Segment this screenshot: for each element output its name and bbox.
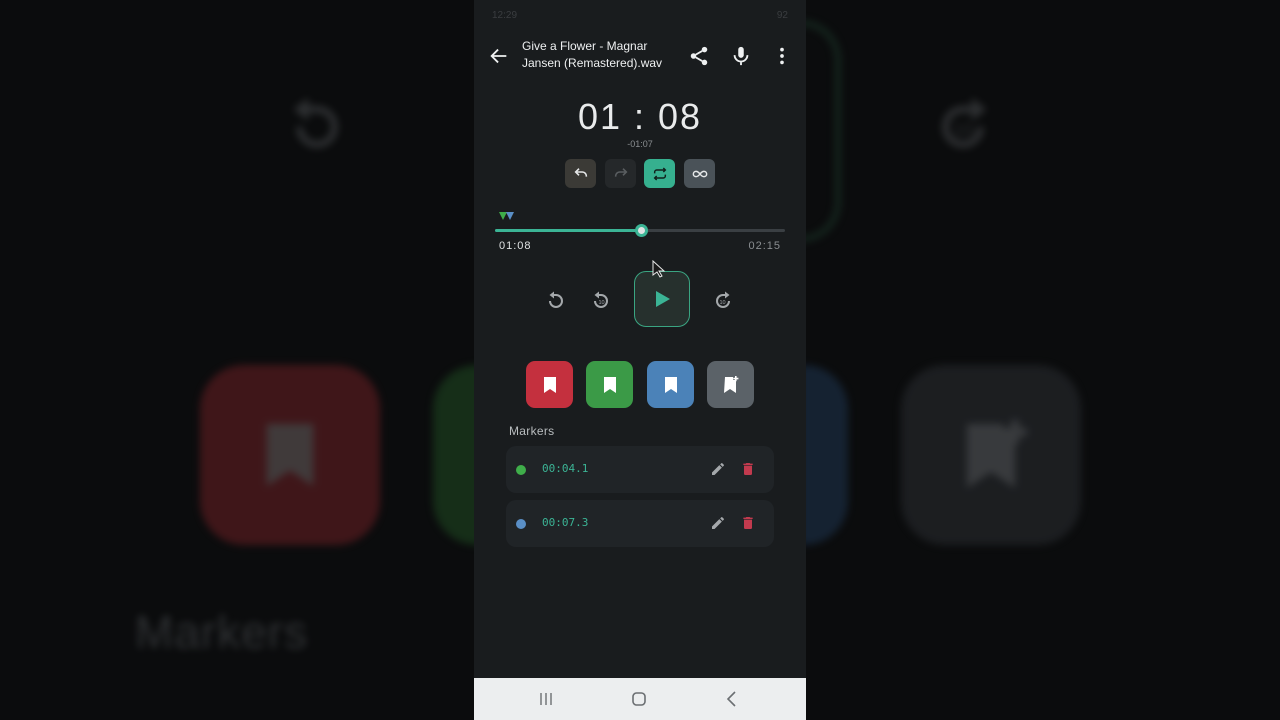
marker-flag-blue-icon <box>506 212 514 220</box>
file-title: Give a Flower - Magnar Jansen (Remastere… <box>522 39 663 70</box>
recent-apps-icon[interactable] <box>536 689 556 709</box>
marker-time: 00:04.1 <box>542 462 589 475</box>
status-battery: 92 <box>776 10 788 21</box>
restart-icon[interactable] <box>544 288 568 312</box>
play-icon <box>656 291 670 307</box>
home-icon[interactable] <box>629 689 649 709</box>
edit-icon[interactable] <box>710 515 726 531</box>
undo-icon <box>574 167 587 177</box>
add-red-marker-button[interactable] <box>526 361 573 408</box>
forward-10-icon[interactable]: 10 <box>711 288 735 312</box>
background-markers-label: Markers <box>135 606 309 658</box>
app-bar: Give a Flower - Magnar Jansen (Remastere… <box>474 36 806 76</box>
background-blue-tile <box>800 365 848 545</box>
seek-thumb[interactable] <box>635 224 649 237</box>
microphone-icon[interactable] <box>730 45 752 67</box>
play-button[interactable] <box>634 271 690 327</box>
seek-progress <box>495 229 642 232</box>
add-custom-marker-button[interactable] <box>707 361 754 408</box>
background-gray-tile <box>901 365 1081 545</box>
edit-icon[interactable] <box>710 461 726 477</box>
add-blue-marker-button[interactable] <box>647 361 694 408</box>
infinite-loop-button[interactable] <box>684 159 715 188</box>
marker-color-dot <box>516 519 526 529</box>
phone-screen: 12:29 92 Give a Flower - Magnar Jansen (… <box>474 0 806 720</box>
marker-row[interactable]: 00:04.1 <box>506 446 774 493</box>
marker-time: 00:07.3 <box>542 516 589 529</box>
bookmark-icon <box>543 376 556 393</box>
remaining-time: -01:07 <box>627 139 653 149</box>
add-green-marker-button[interactable] <box>586 361 633 408</box>
elapsed-timer: 01 : 08 <box>577 96 703 137</box>
svg-text:10: 10 <box>598 300 604 306</box>
bookmark-add-icon <box>723 375 738 393</box>
undo-button[interactable] <box>565 159 596 188</box>
system-nav-bar <box>474 678 806 720</box>
current-time: 01:08 <box>499 240 532 252</box>
status-bar: 12:29 92 <box>492 10 788 24</box>
delete-icon[interactable] <box>740 515 756 531</box>
bookmark-icon <box>664 376 677 393</box>
rewind-10-icon[interactable]: 10 <box>589 288 613 312</box>
more-vertical-icon[interactable] <box>772 45 792 67</box>
total-time: 02:15 <box>748 240 781 252</box>
infinity-icon <box>692 170 707 177</box>
marker-row[interactable]: 00:07.3 <box>506 500 774 547</box>
redo-button[interactable] <box>605 159 636 188</box>
repeat-button[interactable] <box>644 159 675 188</box>
markers-heading: Markers <box>509 424 555 438</box>
repeat-icon <box>653 166 666 181</box>
share-icon[interactable] <box>688 45 710 67</box>
arrow-left-icon[interactable] <box>488 45 510 67</box>
background-red-tile <box>200 365 380 545</box>
svg-text:10: 10 <box>719 300 725 306</box>
svg-text:10: 10 <box>953 120 973 140</box>
forward-10-icon: 10 <box>942 97 987 148</box>
back-nav-icon[interactable] <box>722 689 742 709</box>
delete-icon[interactable] <box>740 461 756 477</box>
redo-icon <box>614 167 627 177</box>
bookmark-icon <box>603 376 616 393</box>
mouse-pointer-icon <box>652 260 666 278</box>
status-time: 12:29 <box>492 10 518 21</box>
restart-icon <box>293 97 338 148</box>
seek-bar[interactable] <box>495 224 785 237</box>
marker-color-dot <box>516 465 526 475</box>
